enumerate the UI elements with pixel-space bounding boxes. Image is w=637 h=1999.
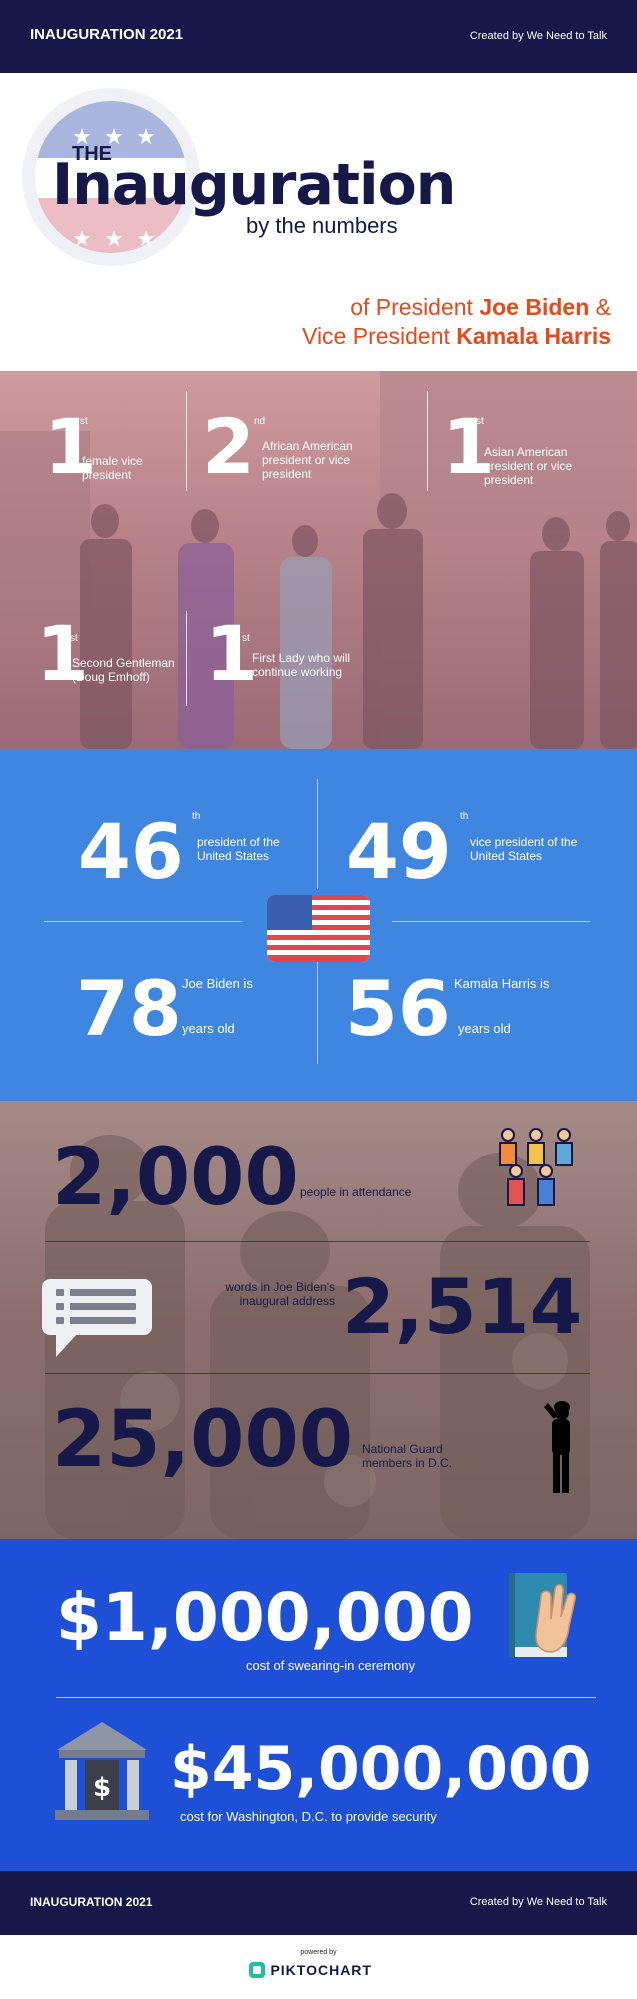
first-5-text: First Lady who will continue working (252, 651, 351, 679)
numbers-section: 46 th president of the United States 49 … (0, 749, 637, 1101)
first-2-number: 2 (202, 402, 255, 491)
bottom-bar-title: INAUGURATION 2021 (30, 1895, 153, 1909)
harris-age-pre: Kamala Harris is (454, 976, 550, 991)
vp-number: 49 (346, 807, 452, 896)
first-2-sup: nd (254, 416, 266, 427)
us-flag-icon (267, 895, 370, 962)
words-number: 2,514 (342, 1262, 583, 1351)
piktochart-logo-icon (249, 1962, 265, 1978)
hero-section: ★ ★ ★ ★ ★ ★ THE Inauguration by the numbers … (0, 73, 637, 371)
first-3-text: Asian American president or vice preside… (484, 445, 573, 487)
president-number: 46 (78, 807, 184, 896)
security-cost-number: $45,000,000 (170, 1734, 592, 1804)
ceremony-cost-text: cost of swearing-in ceremony (246, 1658, 416, 1673)
piktochart-brand: PIKTOCHART (270, 1962, 372, 1978)
hero-subtitle: by the numbers (246, 213, 398, 238)
guard-number: 25,000 (52, 1395, 353, 1485)
first-5-sup: st (242, 633, 250, 644)
top-bar-title: INAUGURATION 2021 (30, 26, 184, 43)
attendance-number: 2,000 (52, 1133, 299, 1223)
first-4-sup: st (70, 633, 78, 644)
first-3-sup: st (476, 416, 484, 427)
people-group-icon (499, 1128, 573, 1206)
bank-building-icon: $ (55, 1722, 149, 1820)
svg-text:★: ★ (104, 227, 124, 252)
ceremony-cost-number: $1,000,000 (56, 1579, 474, 1656)
first-1-text: female vice president (82, 454, 143, 482)
security-cost-text: cost for Washington, D.C. to provide sec… (180, 1809, 437, 1824)
bible-hand-icon (509, 1573, 577, 1657)
svg-text:$: $ (93, 1773, 111, 1803)
vp-sup: th (460, 811, 469, 822)
first-1-sup: st (80, 416, 88, 427)
stats-section: 2,000 people in attendance words in Joe … (0, 1101, 637, 1539)
words-text: words in Joe Biden's inaugural address (225, 1280, 335, 1308)
bottom-bar: INAUGURATION 2021 Created by We Need to … (0, 1871, 637, 1935)
saluting-soldier-icon (544, 1401, 570, 1493)
president-text: president of the United States (197, 835, 280, 863)
svg-text:★: ★ (136, 125, 156, 150)
first-5-number: 1 (205, 609, 258, 698)
top-bar-credit: Created by We Need to Talk (469, 30, 607, 42)
biden-age-post: years old (182, 1021, 235, 1036)
first-2-text: African American president or vice presi… (262, 439, 353, 481)
top-bar: INAUGURATION 2021 Created by We Need to … (0, 0, 637, 73)
hero-title: Inauguration (52, 152, 456, 218)
harris-age-post: years old (458, 1021, 511, 1036)
first-4-text: Second Gentleman (Doug Emhoff) (72, 656, 175, 684)
svg-text:★: ★ (136, 227, 156, 252)
costs-section: $1,000,000 cost of swearing-in ceremony … (0, 1539, 637, 1871)
powered-by-footer: powered by PIKTOCHART (0, 1935, 637, 1999)
svg-text:★: ★ (72, 227, 92, 252)
bottom-bar-credit: Created by We Need to Talk (469, 1896, 607, 1908)
speech-bubble-icon (42, 1279, 152, 1357)
biden-age-number: 78 (76, 964, 182, 1053)
harris-age-number: 56 (345, 964, 451, 1053)
guard-text: National Guard members in D.C. (362, 1442, 453, 1470)
vp-text: vice president of the United States (470, 835, 578, 863)
biden-age-pre: Joe Biden is (182, 976, 253, 991)
attendance-text: people in attendance (300, 1185, 412, 1199)
firsts-section: 1 st female vice president 2 nd African … (0, 371, 637, 749)
hero-names: of President Joe Biden & Vice President … (302, 294, 611, 349)
president-sup: th (192, 811, 201, 822)
powered-by-text: powered by (300, 1949, 337, 1956)
piktochart-logo[interactable]: PIKTOCHART (248, 1961, 372, 1979)
